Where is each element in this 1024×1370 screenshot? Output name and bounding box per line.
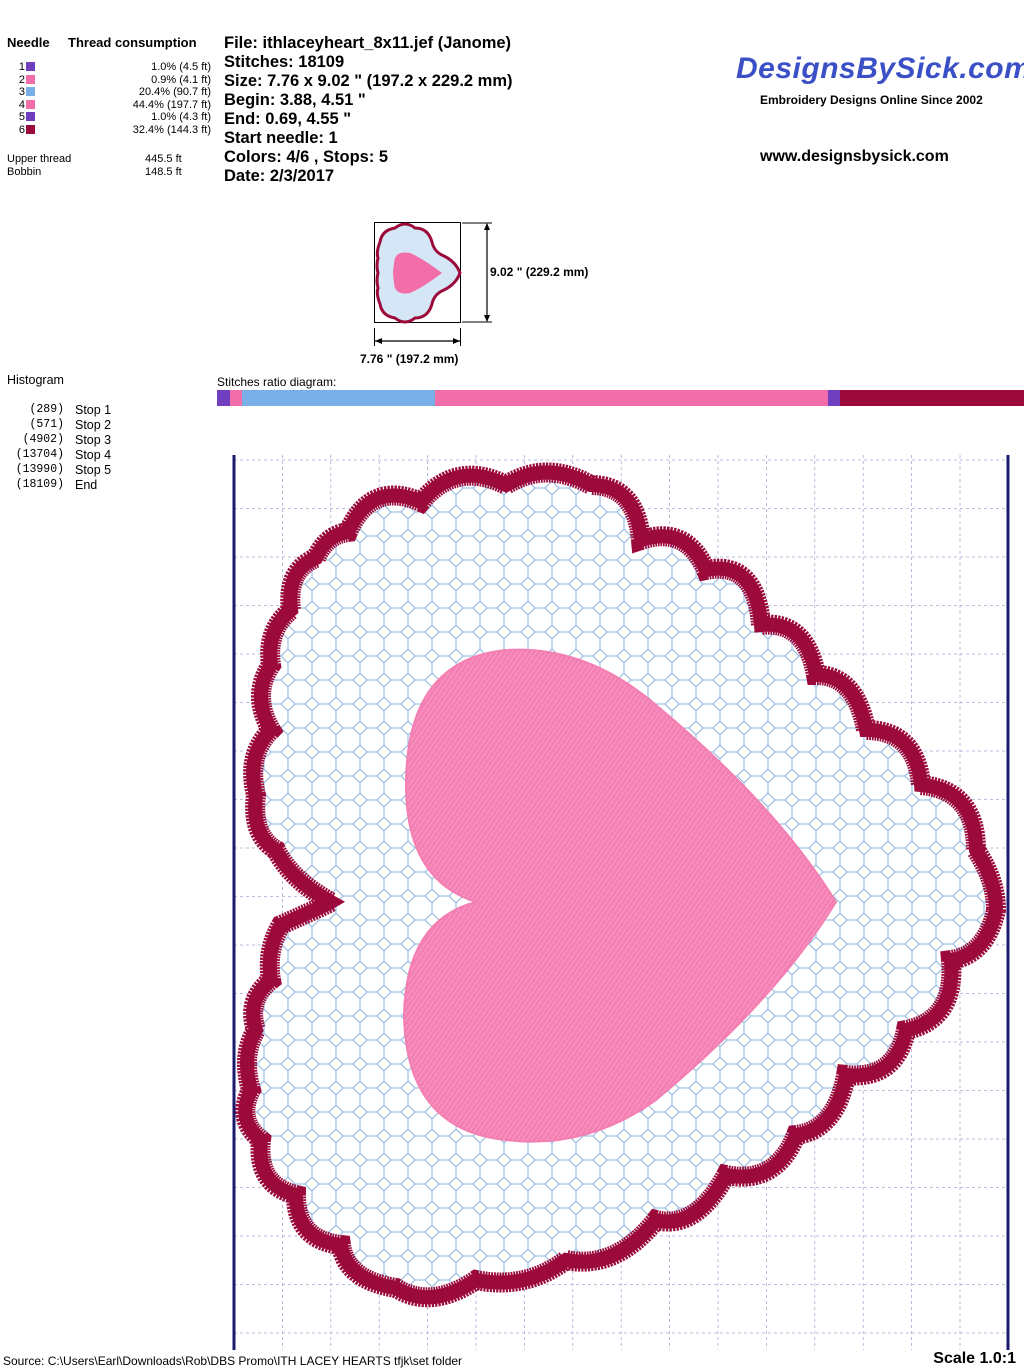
stitch-count: Stitches: 18109	[224, 53, 345, 71]
histogram-label: Stop 3	[75, 433, 112, 447]
histogram-row: (13704) Stop 4	[6, 448, 166, 463]
histogram-label: Stop 1	[75, 403, 112, 417]
histogram-row: (18109) End	[6, 478, 166, 493]
needle-number: 2	[18, 73, 25, 86]
source-path: Source: C:\Users\Earl\Downloads\Rob\DBS …	[3, 1354, 463, 1368]
needle-consumption: 0.9% (4.1 ft)	[151, 73, 211, 86]
brand-tagline: Embroidery Designs Online Since 2002	[760, 93, 983, 107]
needle-number: 1	[18, 61, 25, 73]
start-needle: Start needle: 1	[224, 129, 338, 147]
needle-color-swatch	[26, 87, 35, 96]
needle-row: 5 1.0% (4.3 ft)	[4, 111, 214, 124]
needle-row: 2 0.9% (4.1 ft)	[4, 74, 214, 87]
ratio-segment	[435, 390, 828, 406]
brand-url: www.designsbysick.com	[760, 148, 949, 165]
needle-table: 1 1.0% (4.5 ft) 2 0.9% (4.1 ft) 3 20.4% …	[4, 61, 214, 136]
needle-number: 5	[18, 111, 25, 123]
needle-row: 1 1.0% (4.5 ft)	[4, 61, 214, 74]
histogram-label: Stop 5	[75, 463, 112, 477]
histogram-count: (18109)	[15, 478, 64, 491]
colors-stops: Colors: 4/6 , Stops: 5	[224, 148, 389, 166]
brand-logo: DesignsBySick.com	[736, 52, 1024, 85]
histogram-row: (571) Stop 2	[6, 418, 166, 433]
needle-color-swatch	[26, 74, 35, 84]
needle-consumption: 44.4% (197.7 ft)	[132, 98, 211, 111]
file-info: File: ithlaceyheart_8x11.jef (Janome) St…	[224, 34, 513, 186]
needle-consumption: 1.0% (4.5 ft)	[151, 61, 211, 73]
upper-thread-value: 445.5 ft	[145, 153, 182, 165]
histogram-count: (13704)	[15, 448, 64, 461]
needle-number: 6	[18, 123, 25, 136]
needle-color-swatch	[26, 62, 35, 71]
width-label: 7.76 " (197.2 mm)	[360, 352, 459, 366]
histogram-title: Histogram	[7, 373, 64, 387]
needle-color-swatch	[26, 124, 35, 134]
histogram-row: (13990) Stop 5	[6, 463, 166, 478]
ratio-segment	[827, 390, 841, 406]
needle-consumption: 20.4% (90.7 ft)	[138, 86, 211, 98]
needle-column-header: Needle	[7, 35, 50, 50]
needle-color-swatch	[26, 99, 35, 109]
histogram-count: (13990)	[15, 463, 64, 476]
ratio-segment	[229, 390, 243, 406]
bobbin-label: Bobbin	[7, 166, 42, 178]
ratio-segment	[242, 390, 436, 406]
needle-number: 4	[18, 98, 25, 111]
design-size: Size: 7.76 x 9.02 " (197.2 x 229.2 mm)	[224, 72, 513, 90]
needle-number: 3	[18, 86, 25, 98]
height-label: 9.02 " (229.2 mm)	[490, 265, 589, 279]
scale-label: Scale 1.0:1	[933, 1350, 1016, 1367]
histogram-label: Stop 4	[75, 448, 112, 462]
begin-point: Begin: 3.88, 4.51 "	[224, 91, 366, 109]
needle-color-swatch	[26, 112, 35, 121]
bobbin-value: 148.5 ft	[145, 166, 182, 178]
ratio-segment	[217, 390, 230, 406]
needle-row: 6 32.4% (144.3 ft)	[4, 124, 214, 137]
needle-consumption: 1.0% (4.3 ft)	[151, 111, 211, 123]
end-point: End: 0.69, 4.55 "	[224, 110, 352, 128]
histogram-count: (289)	[29, 403, 64, 416]
stitches-ratio-bar	[217, 390, 1024, 406]
width-dimension-line	[374, 328, 461, 346]
histogram-count: (571)	[29, 418, 64, 431]
needle-row: 3 20.4% (90.7 ft)	[4, 86, 214, 99]
histogram-label: End	[75, 478, 98, 492]
histogram-row: (289) Stop 1	[6, 403, 166, 418]
upper-thread-label: Upper thread	[7, 153, 72, 165]
design-thumbnail	[374, 222, 492, 324]
ratio-title: Stitches ratio diagram:	[217, 375, 337, 389]
design-date: Date: 2/3/2017	[224, 167, 335, 185]
histogram-row: (4902) Stop 3	[6, 433, 166, 448]
ratio-segment	[840, 390, 1024, 406]
histogram-label: Stop 2	[75, 418, 112, 432]
design-canvas	[232, 455, 1010, 1350]
file-name: File: ithlaceyheart_8x11.jef (Janome)	[224, 34, 512, 52]
needle-consumption: 32.4% (144.3 ft)	[132, 123, 211, 136]
histogram-count: (4902)	[22, 433, 64, 446]
thread-consumption-header: Thread consumption	[68, 35, 197, 50]
needle-row: 4 44.4% (197.7 ft)	[4, 99, 214, 112]
